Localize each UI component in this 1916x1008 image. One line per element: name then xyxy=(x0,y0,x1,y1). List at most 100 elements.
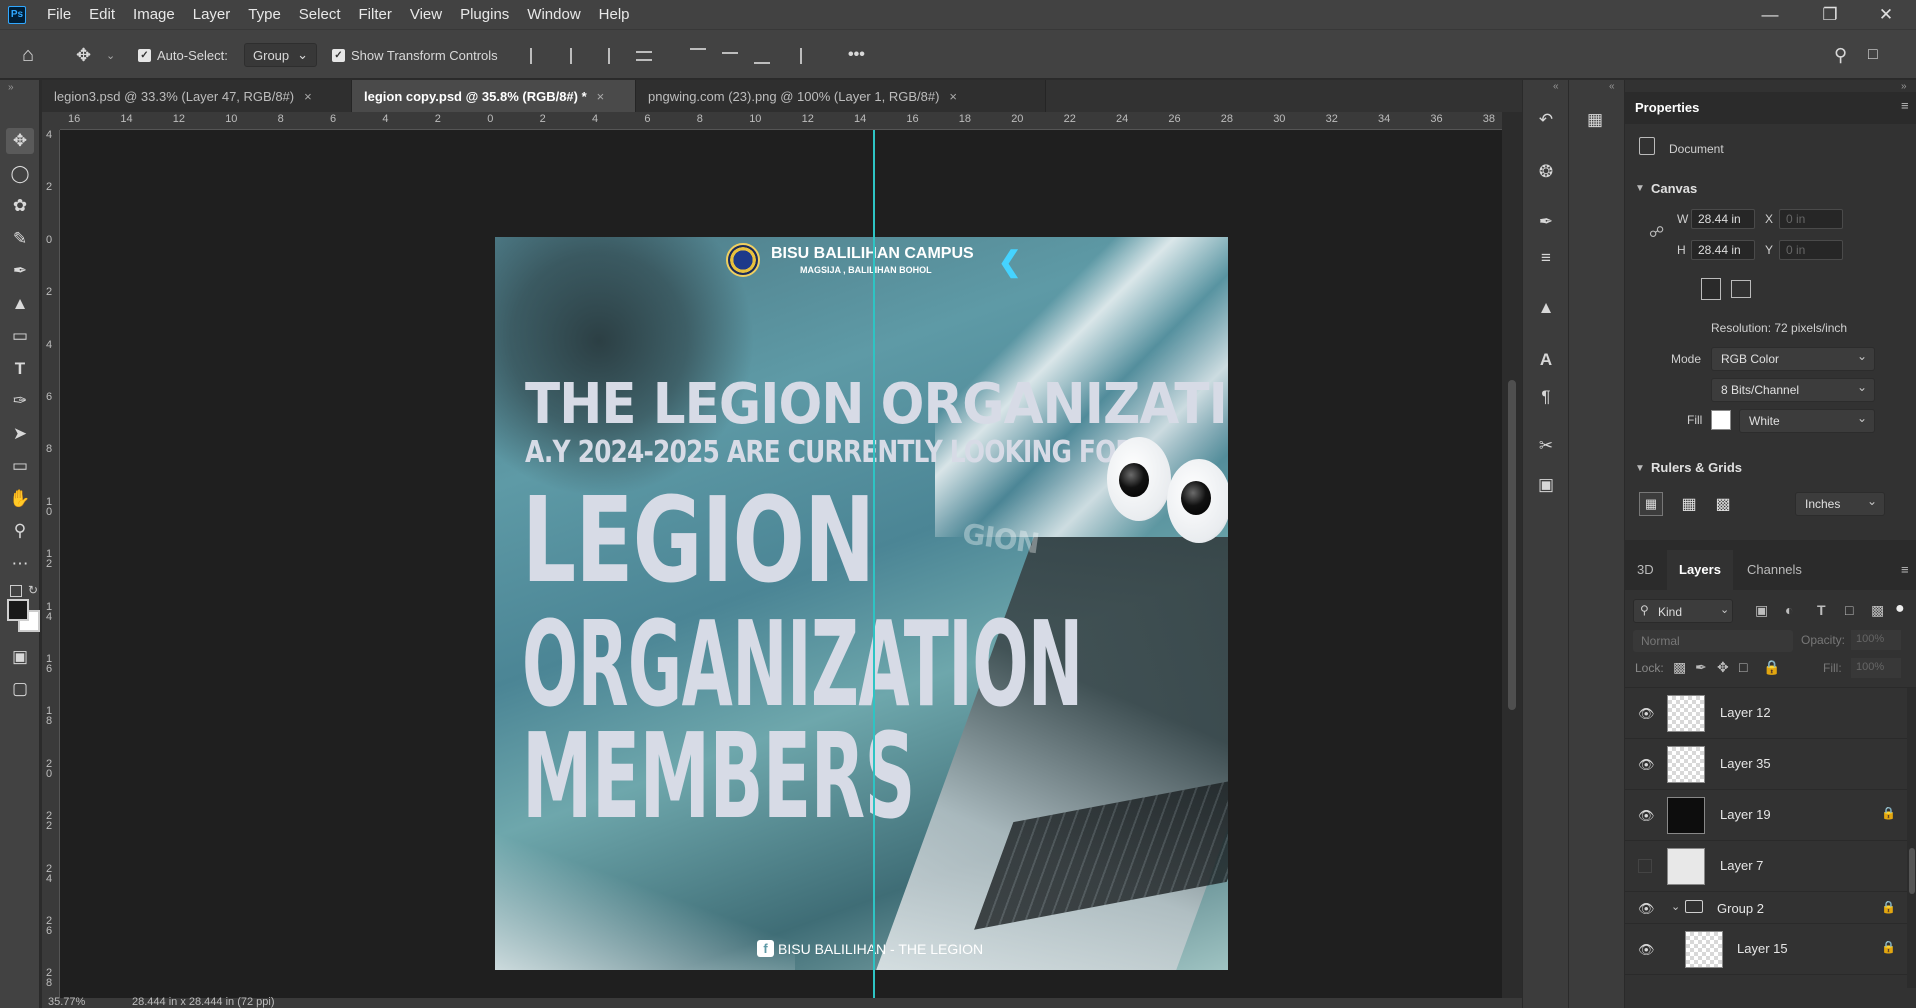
foreground-color-swatch[interactable] xyxy=(7,599,29,621)
fill-field[interactable]: 100% xyxy=(1851,658,1901,678)
opacity-field[interactable]: 100% xyxy=(1851,630,1901,650)
expand-icon[interactable]: » xyxy=(1901,81,1907,92)
more-tools-icon[interactable]: ⋯ xyxy=(6,551,34,577)
close-icon[interactable]: × xyxy=(304,89,312,104)
scrollbar-thumb[interactable] xyxy=(1909,848,1915,894)
show-transform-checkbox[interactable]: ✓ Show Transform Controls xyxy=(332,30,498,80)
tab-3d[interactable]: 3D xyxy=(1625,550,1666,590)
artwork-canvas[interactable]: GION BISU BALILIHAN CAMPUS MAGSIJA , BAL… xyxy=(495,237,1228,970)
swap-colors-icon[interactable]: ↻ xyxy=(28,583,38,597)
brush-settings-icon[interactable]: ✒ xyxy=(1535,211,1557,233)
quick-mask-icon[interactable]: ▣ xyxy=(6,644,34,670)
path-select-tool-icon[interactable]: ➤ xyxy=(6,421,34,447)
quick-select-tool-icon[interactable]: ✎ xyxy=(6,226,34,252)
horizontal-ruler[interactable]: 16 14 12 10 8 6 4 2 0 2 4 6 8 10 12 14 16 18 20 22 24 26 28 30 3… xyxy=(60,112,1522,130)
chevron-down-icon[interactable]: ▼ xyxy=(1635,463,1645,474)
fill-color-swatch[interactable] xyxy=(1711,410,1731,430)
blend-mode-dropdown[interactable]: Normal xyxy=(1633,630,1793,652)
align-center-icon[interactable] xyxy=(562,48,572,64)
ruler-origin[interactable] xyxy=(42,112,60,130)
minimize-button[interactable]: — xyxy=(1740,0,1800,29)
tab-legion3[interactable]: legion3.psd @ 33.3% (Layer 47, RGB/8#) × xyxy=(42,80,352,112)
menu-filter[interactable]: Filter xyxy=(350,0,401,29)
menu-file[interactable]: File xyxy=(38,0,80,29)
menu-select[interactable]: Select xyxy=(290,0,350,29)
clone-source-icon[interactable]: ▲ xyxy=(1535,297,1557,319)
type-tool-icon[interactable]: T xyxy=(6,356,34,382)
filter-adjustment-icon[interactable]: ◐ xyxy=(1785,602,1793,618)
tab-layers[interactable]: Layers xyxy=(1667,550,1733,590)
tab-legion-copy[interactable]: legion copy.psd @ 35.8% (RGB/8#) * × xyxy=(352,80,636,112)
lock-all-icon[interactable]: 🔒 xyxy=(1763,659,1780,676)
align-left-icon[interactable] xyxy=(530,48,546,64)
screen-mode-icon[interactable]: ▢ xyxy=(6,676,34,702)
layer-name[interactable]: Layer 35 xyxy=(1720,756,1771,771)
eye-icon[interactable]: 👁 xyxy=(1638,901,1655,916)
character-icon[interactable]: A xyxy=(1535,349,1557,371)
tab-pngwing[interactable]: pngwing.com (23).png @ 100% (Layer 1, RG… xyxy=(636,80,1046,112)
layers-scrollbar[interactable] xyxy=(1907,688,1916,988)
zoom-tool-icon[interactable]: ⚲ xyxy=(6,518,34,544)
menu-edit[interactable]: Edit xyxy=(80,0,124,29)
tool-presets-icon[interactable]: ✂ xyxy=(1535,435,1557,457)
x-field[interactable]: 0 in xyxy=(1779,209,1843,229)
brush-tool-icon[interactable]: ✒ xyxy=(6,258,34,284)
menu-layer[interactable]: Layer xyxy=(184,0,240,29)
stamp-tool-icon[interactable]: ▲ xyxy=(6,291,34,317)
y-field[interactable]: 0 in xyxy=(1779,240,1843,260)
eraser-tool-icon[interactable]: ▭ xyxy=(6,323,34,349)
layer-row[interactable]: 👁 Layer 35 xyxy=(1625,739,1916,790)
eye-icon[interactable]: 👁 xyxy=(1638,942,1655,957)
auto-select-checkbox[interactable]: ✓ Auto-Select: xyxy=(138,30,228,80)
menu-type[interactable]: Type xyxy=(239,0,290,29)
expand-icon[interactable]: » xyxy=(8,82,14,93)
history-icon[interactable]: ↶ xyxy=(1535,109,1557,131)
rectangle-tool-icon[interactable]: ▭ xyxy=(6,453,34,479)
layer-name[interactable]: Layer 19 xyxy=(1720,807,1771,822)
layer-row[interactable]: 👁 Layer 19 🔒 xyxy=(1625,790,1916,841)
align-top-icon[interactable] xyxy=(690,48,706,64)
home-icon[interactable]: ⌂ xyxy=(22,30,34,80)
marquee-tool-icon[interactable]: ◯ xyxy=(6,161,34,187)
lock-pixels-icon[interactable]: ✒ xyxy=(1695,659,1707,676)
distribute-horizontal-icon[interactable] xyxy=(636,51,652,61)
tab-channels[interactable]: Channels xyxy=(1735,550,1814,590)
move-tool-icon[interactable]: ✥ xyxy=(6,128,34,154)
pixel-grid-icon[interactable]: ▩ xyxy=(1711,492,1735,516)
workspace-icon[interactable]: □ xyxy=(1868,30,1878,80)
chevron-down-icon[interactable]: ⌄ xyxy=(1671,900,1680,913)
close-icon[interactable]: × xyxy=(949,89,957,104)
menu-image[interactable]: Image xyxy=(124,0,184,29)
lock-artboard-icon[interactable]: □ xyxy=(1739,659,1747,675)
grid-icon[interactable]: ▦ xyxy=(1677,492,1701,516)
filter-kind-dropdown[interactable]: ⚲ Kind ⌄ xyxy=(1633,599,1733,623)
close-icon[interactable]: × xyxy=(597,89,605,104)
link-icon[interactable]: ☍ xyxy=(1649,223,1664,241)
units-dropdown[interactable]: Inches xyxy=(1795,492,1885,516)
layer-name[interactable]: Layer 15 xyxy=(1737,941,1788,956)
layer-row[interactable]: 👁 Layer 15 🔒 xyxy=(1625,924,1916,975)
layer-row[interactable]: 👁 Layer 12 xyxy=(1625,688,1916,739)
group-row[interactable]: 👁 ⌄ Group 2 🔒 xyxy=(1625,892,1916,924)
lock-position-icon[interactable]: ✥ xyxy=(1717,659,1729,676)
paragraph-icon[interactable]: ¶ xyxy=(1535,386,1557,408)
tool-preset-chevron-icon[interactable]: ⌄ xyxy=(106,30,115,80)
filter-toggle-icon[interactable]: ● xyxy=(1895,600,1905,618)
align-right-icon[interactable] xyxy=(594,48,610,64)
eye-icon[interactable]: 👁 xyxy=(1638,706,1655,721)
bit-depth-dropdown[interactable]: 8 Bits/Channel xyxy=(1711,378,1875,402)
collapse-icon[interactable]: « xyxy=(1609,81,1615,92)
default-colors-icon[interactable] xyxy=(10,585,22,597)
close-window-button[interactable]: ✕ xyxy=(1856,0,1916,29)
menu-window[interactable]: Window xyxy=(518,0,589,29)
eye-hidden-icon[interactable] xyxy=(1638,859,1652,873)
filter-smart-object-icon[interactable]: ▩ xyxy=(1871,602,1884,619)
align-middle-icon[interactable] xyxy=(722,52,738,60)
panel-menu-icon[interactable]: ≡ xyxy=(1901,562,1909,577)
properties-dock-icon[interactable]: ▦ xyxy=(1584,109,1606,131)
collapse-icon[interactable]: « xyxy=(1553,81,1559,92)
eye-icon[interactable]: 👁 xyxy=(1638,757,1655,772)
menu-view[interactable]: View xyxy=(401,0,451,29)
mode-dropdown[interactable]: RGB Color xyxy=(1711,347,1875,371)
guide-line[interactable] xyxy=(873,130,875,1008)
